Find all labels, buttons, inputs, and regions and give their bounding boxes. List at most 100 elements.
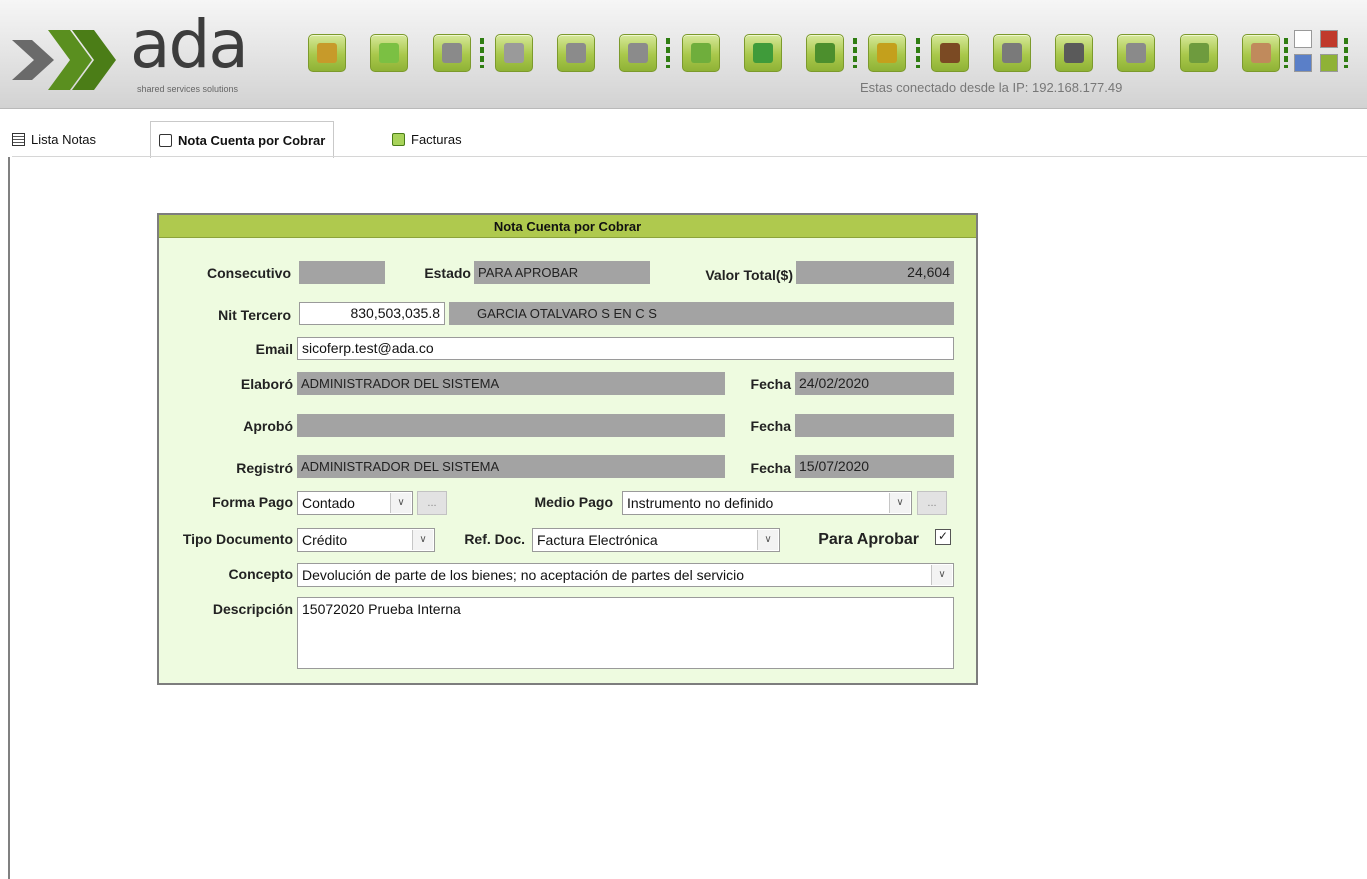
forma-pago-lookup-button[interactable]: ... <box>417 491 447 515</box>
para-aprobar-checkbox[interactable]: ✓ <box>935 529 951 545</box>
ref-doc-select[interactable]: Factura Electrónica ∨ <box>532 528 780 552</box>
print-icon <box>628 43 648 63</box>
tercero-nombre-field: GARCIA OTALVARO S EN C S <box>449 302 954 325</box>
email-input[interactable]: sicoferp.test@ada.co <box>297 337 954 360</box>
window-cascade-icon[interactable] <box>1294 54 1312 72</box>
chevron-down-icon[interactable]: ∨ <box>390 493 411 513</box>
descripcion-textarea[interactable]: 15072020 Prueba Interna <box>297 597 954 669</box>
new-document-button[interactable] <box>370 34 408 72</box>
cancel-document-button[interactable] <box>495 34 533 72</box>
para-aprobar-label: Para Aprobar <box>818 531 919 548</box>
cart-icon <box>1126 43 1146 63</box>
save-button[interactable] <box>433 34 471 72</box>
window-list-icon[interactable] <box>1294 30 1312 48</box>
tab-bar: Lista Notas Nota Cuenta por Cobrar Factu… <box>12 121 1367 158</box>
aprobo-field <box>297 414 725 437</box>
print-button[interactable] <box>619 34 657 72</box>
undo-button[interactable] <box>557 34 595 72</box>
chevron-down-icon[interactable]: ∨ <box>889 493 910 513</box>
search-button[interactable] <box>682 34 720 72</box>
money-bag-icon <box>940 43 960 63</box>
forma-pago-label: Forma Pago <box>212 494 293 510</box>
valor-total-field: 24,604 <box>796 261 954 284</box>
forma-pago-value: Contado <box>302 495 355 511</box>
edit-note-icon <box>1189 43 1209 63</box>
cart-button[interactable] <box>1117 34 1155 72</box>
nit-tercero-input[interactable]: 830,503,035.8 <box>299 302 445 325</box>
email-label: Email <box>255 341 293 357</box>
registro-label: Registró <box>236 460 293 476</box>
medio-pago-value: Instrumento no definido <box>627 495 774 511</box>
undo-icon <box>566 43 586 63</box>
camera-button[interactable] <box>993 34 1031 72</box>
window-minimize-icon[interactable] <box>1320 54 1338 72</box>
elaboro-fecha-field: 24/02/2020 <box>795 372 954 395</box>
consecutivo-field <box>299 261 385 284</box>
elaboro-label: Elaboró <box>240 376 293 392</box>
tab-label: Lista Notas <box>31 131 97 147</box>
approve-lock-icon <box>877 43 897 63</box>
export-excel-icon <box>753 43 773 63</box>
tab-lista-notas[interactable]: Lista Notas <box>12 121 96 157</box>
medio-pago-lookup-button[interactable]: ... <box>917 491 947 515</box>
logo-arrows-icon <box>12 30 116 90</box>
approve-lock-button[interactable] <box>868 34 906 72</box>
grid-icon <box>1064 43 1084 63</box>
concepto-select[interactable]: Devolución de parte de los bienes; no ac… <box>297 563 954 587</box>
chevron-down-icon[interactable]: ∨ <box>412 530 433 550</box>
tab-facturas[interactable]: Facturas <box>392 121 462 157</box>
aprobo-fecha-label: Fecha <box>750 418 791 434</box>
registro-fecha-label: Fecha <box>750 460 791 476</box>
money-bag-button[interactable] <box>931 34 969 72</box>
list-icon <box>12 132 25 146</box>
app-header: ada shared services solutions Estas cone… <box>0 0 1367 109</box>
aprobo-fecha-field <box>795 414 954 437</box>
note-icon <box>159 133 172 147</box>
medio-pago-select[interactable]: Instrumento no definido ∨ <box>622 491 912 515</box>
export-excel-button[interactable] <box>744 34 782 72</box>
search-icon <box>691 43 711 63</box>
logo-word: ada <box>130 6 249 83</box>
ip-status-text: Estas conectado desde la IP: 192.168.177… <box>860 80 1123 95</box>
window-tile-icon[interactable] <box>1320 30 1338 48</box>
aprobo-label: Aprobó <box>243 418 293 434</box>
toolbar-separator <box>853 38 857 68</box>
medio-pago-label: Medio Pago <box>534 494 613 510</box>
nota-form-panel: Nota Cuenta por Cobrar Consecutivo Estad… <box>157 213 978 685</box>
estado-label: Estado <box>424 265 471 281</box>
logo-tagline: shared services solutions <box>137 84 239 94</box>
toolbar-separator <box>916 38 920 68</box>
panel-title: Nota Cuenta por Cobrar <box>159 215 976 238</box>
toolbar-separator <box>1284 38 1288 68</box>
toolbar-separator <box>666 38 670 68</box>
toolbar-separator <box>480 38 484 68</box>
chevron-down-icon[interactable]: ∨ <box>757 530 778 550</box>
edit-note-button[interactable] <box>1180 34 1218 72</box>
valor-total-label: Valor Total($) <box>705 267 793 283</box>
tab-label: Facturas <box>411 131 462 147</box>
grid-button[interactable] <box>1055 34 1093 72</box>
users-button[interactable] <box>1242 34 1280 72</box>
forma-pago-select[interactable]: Contado ∨ <box>297 491 413 515</box>
tab-nota-cuenta-por-cobrar[interactable]: Nota Cuenta por Cobrar <box>150 121 335 158</box>
tipo-documento-value: Crédito <box>302 532 348 548</box>
users-icon <box>1251 43 1271 63</box>
chevron-down-icon[interactable]: ∨ <box>931 565 952 585</box>
camera-icon <box>1002 43 1022 63</box>
open-box-button[interactable] <box>806 34 844 72</box>
concepto-value: Devolución de parte de los bienes; no ac… <box>302 567 745 583</box>
elaboro-fecha-label: Fecha <box>750 376 791 392</box>
tipo-documento-label: Tipo Documento <box>182 531 293 547</box>
ada-logo: ada shared services solutions <box>12 6 292 104</box>
elaboro-field: ADMINISTRADOR DEL SISTEMA <box>297 372 725 395</box>
registro-field: ADMINISTRADOR DEL SISTEMA <box>297 455 725 478</box>
toolbar-separator <box>1344 38 1348 68</box>
tipo-documento-select[interactable]: Crédito ∨ <box>297 528 435 552</box>
estado-field: PARA APROBAR <box>474 261 650 284</box>
concepto-label: Concepto <box>228 566 293 582</box>
invoices-icon <box>392 132 405 146</box>
descripcion-label: Descripción <box>212 601 293 617</box>
open-box-icon <box>815 43 835 63</box>
open-folder-button[interactable] <box>308 34 346 72</box>
content-left-border <box>8 157 10 879</box>
